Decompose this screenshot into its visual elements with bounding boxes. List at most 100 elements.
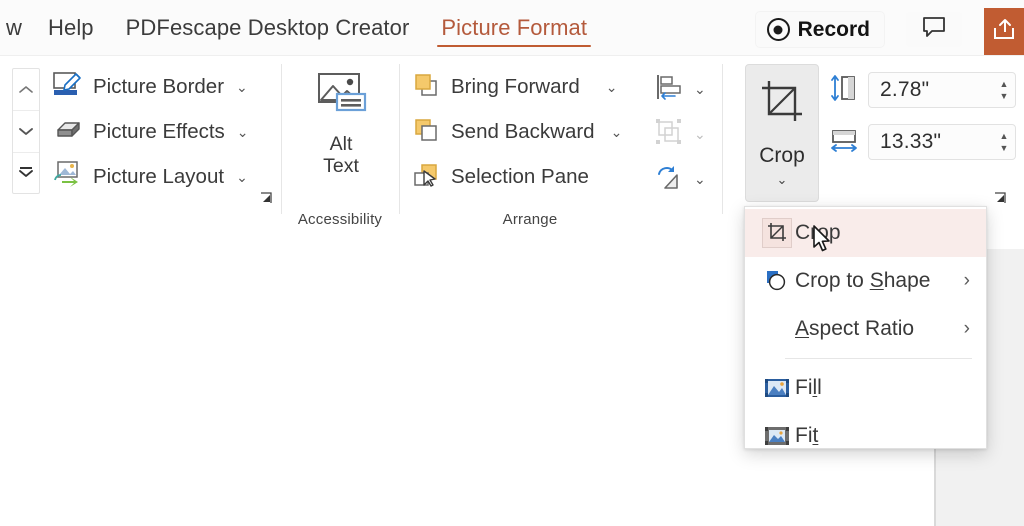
rotate-objects-button[interactable]: ⌄ — [655, 160, 706, 198]
shape-width-icon — [829, 125, 859, 160]
menu-item-fit-label: Fit — [795, 424, 819, 447]
crop-dropdown-menu: Crop Crop to Shape › Aspect Ratio › Fill… — [744, 206, 987, 449]
picture-border-icon — [52, 70, 84, 105]
shape-width-input[interactable]: 13.33" ▲ ▼ — [868, 124, 1016, 160]
shape-height-spinner[interactable]: ▲ ▼ — [993, 73, 1015, 107]
crop-icon — [758, 79, 806, 130]
crop-icon-wrap — [759, 218, 795, 248]
picture-effects-button[interactable]: Picture Effects ⌄ — [52, 113, 249, 151]
selection-pane-button[interactable]: Selection Pane — [413, 158, 589, 196]
alt-text-icon — [311, 70, 371, 127]
tab-help[interactable]: Help — [32, 0, 110, 55]
group-objects-button: ⌄ — [655, 115, 706, 153]
spinner-up-icon[interactable]: ▲ — [1000, 132, 1009, 141]
chevron-down-icon[interactable]: ⌄ — [611, 124, 623, 141]
selection-pane-label: Selection Pane — [451, 165, 589, 188]
selection-pane-icon — [413, 162, 441, 193]
gallery-scroll-down-button[interactable] — [13, 111, 39, 153]
powerpoint-window: w Help PDFescape Desktop Creator Picture… — [0, 0, 1024, 526]
chevron-down-icon[interactable]: ⌄ — [236, 79, 248, 96]
bring-forward-label: Bring Forward — [451, 75, 580, 98]
menu-item-crop[interactable]: Crop — [745, 209, 986, 257]
picture-border-button[interactable]: Picture Border ⌄ — [52, 68, 248, 106]
picture-border-label: Picture Border — [93, 75, 225, 98]
picture-fit-icon — [759, 425, 795, 447]
send-backward-icon — [413, 117, 441, 148]
picture-layout-label: Picture Layout — [93, 165, 225, 188]
arrange-group-label: Arrange — [502, 211, 558, 228]
crop-button[interactable]: Crop ⌄ — [745, 64, 819, 202]
alt-text-line2: Text — [323, 154, 359, 177]
tab-label: PDFescape Desktop Creator — [125, 14, 410, 40]
bring-forward-button[interactable]: Bring Forward ⌄ — [413, 68, 617, 106]
ribbon-group-accessibility: Alt Text Accessibility — [282, 56, 398, 236]
picture-layout-button[interactable]: Picture Layout ⌄ — [52, 158, 248, 196]
record-label: Record — [797, 18, 870, 41]
menu-divider — [785, 358, 972, 359]
picture-styles-dialog-launcher-icon[interactable] — [259, 192, 273, 206]
chevron-down-icon[interactable]: ⌄ — [236, 169, 248, 186]
gallery-more-icon — [19, 165, 33, 183]
picture-fill-icon — [759, 377, 795, 399]
chevron-down-icon — [19, 123, 33, 141]
spinner-up-icon[interactable]: ▲ — [1000, 80, 1009, 89]
chevron-up-icon — [19, 81, 33, 99]
send-backward-label: Send Backward — [451, 120, 595, 143]
menu-item-crop-label: Crop — [795, 221, 841, 244]
crop-icon — [762, 218, 792, 248]
share-button[interactable] — [984, 8, 1024, 55]
chevron-down-icon[interactable]: ⌄ — [237, 124, 249, 141]
ribbon-tabs: w Help PDFescape Desktop Creator Picture… — [0, 0, 603, 55]
align-objects-button[interactable]: ⌄ — [655, 70, 706, 108]
group-objects-icon — [655, 118, 683, 151]
shape-height-control: 2.78" ▲ ▼ — [829, 72, 1016, 108]
ribbon-group-picture-styles: Picture Border ⌄ Picture Effects ⌄ Pictu… — [0, 56, 280, 236]
tab-label: Picture Format — [441, 14, 588, 40]
gallery-scroll-up-button[interactable] — [13, 69, 39, 111]
chevron-down-icon[interactable]: ⌄ — [606, 79, 618, 96]
chevron-down-icon: ⌄ — [694, 125, 706, 142]
menu-item-fit[interactable]: Fit — [745, 412, 986, 460]
menu-item-fill-label: Fill — [795, 376, 822, 399]
picture-styles-gallery-scroll[interactable] — [12, 68, 40, 194]
menu-item-crop-to-shape[interactable]: Crop to Shape › — [745, 257, 986, 305]
send-backward-button[interactable]: Send Backward ⌄ — [413, 113, 622, 151]
comments-button[interactable] — [906, 12, 962, 47]
crop-button-label: Crop — [759, 144, 805, 167]
record-dot-icon — [766, 18, 790, 41]
ribbon-group-arrange: Bring Forward ⌄ Send Backward ⌄ Selectio… — [400, 56, 718, 236]
menu-item-crop-to-shape-label: Crop to Shape — [795, 269, 931, 292]
chevron-down-icon[interactable]: ⌄ — [777, 172, 788, 188]
record-button[interactable]: Record — [755, 12, 884, 47]
alt-text-line1: Alt — [329, 133, 353, 155]
spinner-down-icon[interactable]: ▼ — [1000, 92, 1009, 101]
chevron-right-icon: › — [963, 270, 970, 291]
accessibility-group-label: Accessibility — [297, 211, 383, 228]
alt-text-button[interactable]: Alt Text — [298, 70, 384, 205]
alt-text-label: Alt Text — [323, 133, 359, 178]
bring-forward-icon — [413, 72, 441, 103]
share-icon — [992, 17, 1016, 46]
shape-width-control: 13.33" ▲ ▼ — [829, 124, 1016, 160]
picture-effects-label: Picture Effects — [93, 120, 225, 143]
shape-width-spinner[interactable]: ▲ ▼ — [993, 125, 1015, 159]
tab-label: Help — [48, 14, 94, 40]
shape-height-value: 2.78" — [880, 78, 930, 101]
gallery-more-button[interactable] — [13, 153, 39, 194]
size-dialog-launcher-icon[interactable] — [993, 192, 1007, 206]
chevron-down-icon[interactable]: ⌄ — [694, 81, 706, 98]
shape-height-input[interactable]: 2.78" ▲ ▼ — [868, 72, 1016, 108]
tab-picture-format[interactable]: Picture Format — [425, 0, 603, 55]
tab-view-partial[interactable]: w — [0, 0, 32, 55]
menu-item-aspect-ratio-label: Aspect Ratio — [795, 317, 915, 340]
menu-item-fill[interactable]: Fill — [745, 364, 986, 412]
menu-item-aspect-ratio[interactable]: Aspect Ratio › — [745, 305, 986, 353]
tab-pdfescape-desktop-creator[interactable]: PDFescape Desktop Creator — [110, 0, 426, 55]
picture-effects-icon — [52, 116, 84, 149]
shape-width-value: 13.33" — [880, 130, 942, 153]
spinner-down-icon[interactable]: ▼ — [1000, 144, 1009, 153]
chevron-down-icon[interactable]: ⌄ — [694, 171, 706, 188]
tab-label: w — [6, 14, 22, 40]
crop-to-shape-icon — [759, 269, 795, 293]
ribbon-tab-bar: w Help PDFescape Desktop Creator Picture… — [0, 0, 1024, 55]
